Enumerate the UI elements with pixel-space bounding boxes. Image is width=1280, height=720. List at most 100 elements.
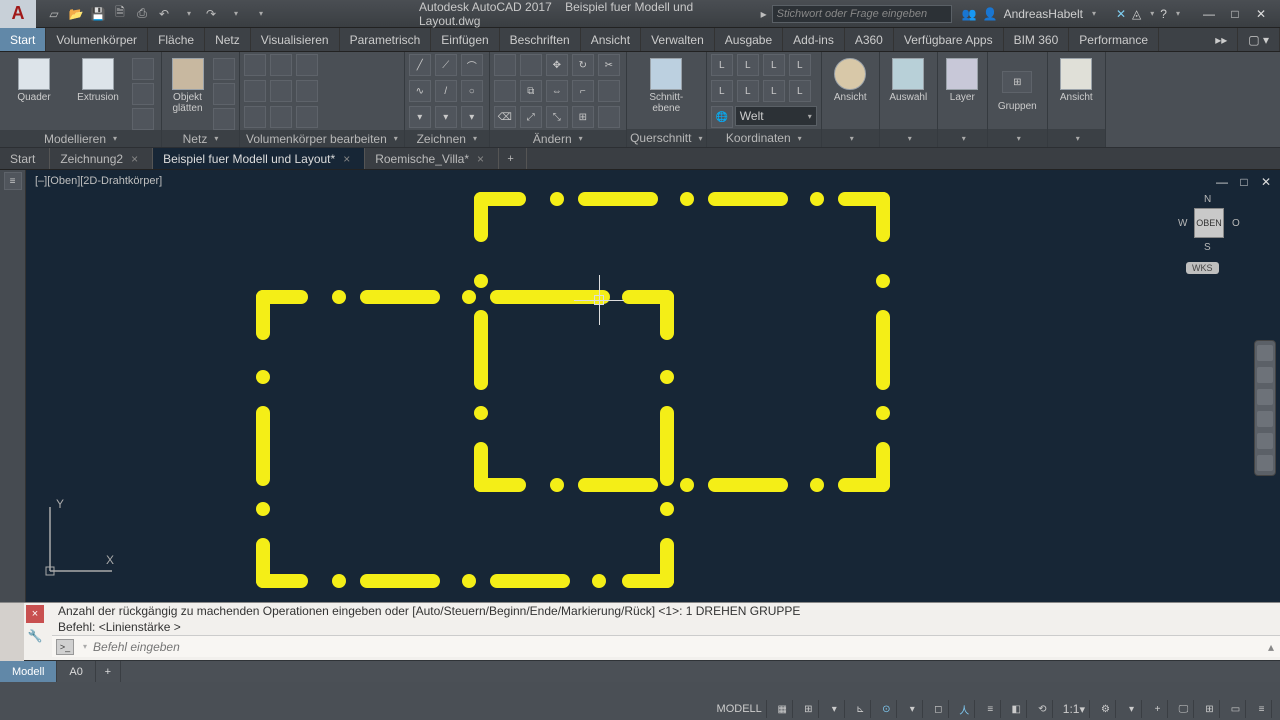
tab-volumenkoerper[interactable]: Volumenkörper xyxy=(46,28,148,51)
vk-tool-icon[interactable] xyxy=(244,106,266,128)
command-prompt-icon[interactable]: >_ xyxy=(56,639,74,655)
mirror-icon[interactable]: ⇔ xyxy=(546,80,568,102)
stretch-icon[interactable]: ⤢ xyxy=(520,106,542,128)
status-polar-icon[interactable]: ⊙ xyxy=(877,700,897,718)
model-tool-2-icon[interactable] xyxy=(132,83,154,105)
viewcube-o[interactable]: O xyxy=(1232,218,1240,229)
polyline-icon[interactable]: ⟋ xyxy=(435,54,457,76)
objekt-glaetten-button[interactable]: Objekt glätten xyxy=(166,54,209,130)
viewcube-w[interactable]: W xyxy=(1178,218,1187,229)
vp-close-icon[interactable]: ✕ xyxy=(1258,174,1274,190)
close-icon[interactable]: × xyxy=(477,152,484,166)
status-annoscale-icon[interactable]: 人 xyxy=(955,700,975,718)
drawing-tab-villa[interactable]: Roemische_Villa*× xyxy=(365,148,499,169)
close-button[interactable]: ✕ xyxy=(1252,5,1270,23)
ucs-combo[interactable]: Welt▾ xyxy=(735,106,817,126)
arc-icon[interactable]: ⌒ xyxy=(461,54,483,76)
new-layout-button[interactable]: + xyxy=(96,661,121,682)
rotate-icon[interactable]: ↻ xyxy=(572,54,594,76)
status-ws-icon[interactable]: ⊞ xyxy=(1200,700,1220,718)
nav-orbit-icon[interactable] xyxy=(1257,411,1273,427)
search-input[interactable]: Stichwort oder Frage eingeben xyxy=(772,5,952,23)
mod-tool-icon[interactable] xyxy=(494,54,516,76)
vk-tool-icon[interactable] xyxy=(270,54,292,76)
user-drop-icon[interactable]: ▾ xyxy=(1092,9,1096,18)
tab-ansicht[interactable]: Ansicht xyxy=(581,28,641,51)
trim-icon[interactable]: ✂ xyxy=(598,54,620,76)
nav-showmotion-icon[interactable] xyxy=(1257,433,1273,449)
vk-tool-icon[interactable] xyxy=(270,80,292,102)
share-icon[interactable]: 👥 xyxy=(962,7,977,21)
model-tool-1-icon[interactable] xyxy=(132,58,154,80)
print-icon[interactable]: ⎙ xyxy=(134,6,150,22)
ucs-world-icon[interactable]: 🌐 xyxy=(711,106,733,128)
tab-parametrisch[interactable]: Parametrisch xyxy=(340,28,432,51)
nav-zoom-icon[interactable] xyxy=(1257,389,1273,405)
extrusion-button[interactable]: Extrusion xyxy=(68,54,128,130)
gruppen-tool-icon[interactable]: ⊞ xyxy=(1002,71,1032,93)
fillet-icon[interactable]: ⌐ xyxy=(572,80,594,102)
command-input[interactable] xyxy=(93,640,1262,654)
schnittebene-button[interactable]: Schnitt- ebene xyxy=(636,54,696,129)
tab-performance[interactable]: Performance xyxy=(1069,28,1159,51)
status-iso-icon[interactable]: ▾ xyxy=(903,700,923,718)
status-lineweight-icon[interactable]: ≡ xyxy=(981,700,1001,718)
help-icon[interactable]: ? xyxy=(1160,7,1167,21)
ansicht-button[interactable]: Ansicht xyxy=(827,54,873,129)
tab-beschriften[interactable]: Beschriften xyxy=(500,28,581,51)
status-clean-icon[interactable]: ▭ xyxy=(1226,700,1246,718)
ucs-tool-icon[interactable]: L xyxy=(789,54,811,76)
qat-more-icon[interactable]: ▾ xyxy=(253,6,269,22)
a360-icon[interactable]: ◬ xyxy=(1132,7,1141,21)
netz-tool-3-icon[interactable] xyxy=(213,108,235,130)
tab-einfuegen[interactable]: Einfügen xyxy=(431,28,499,51)
status-scale-button[interactable]: 1:1 ▾ xyxy=(1059,700,1090,718)
ucs-tool-icon[interactable]: L xyxy=(763,80,785,102)
new-tab-button[interactable]: + xyxy=(499,148,527,169)
status-model-button[interactable]: MODELL xyxy=(713,700,767,718)
status-drop-icon[interactable]: ▾ xyxy=(825,700,845,718)
line2-icon[interactable]: / xyxy=(435,80,457,102)
saveas-icon[interactable]: 🗎 xyxy=(112,6,128,22)
model-tool-3-icon[interactable] xyxy=(132,108,154,130)
tab-flaeche[interactable]: Fläche xyxy=(148,28,205,51)
open-icon[interactable]: 📂 xyxy=(68,6,84,22)
status-transparency-icon[interactable]: ◧ xyxy=(1007,700,1027,718)
draw-tool-icon[interactable]: ▾ xyxy=(461,106,483,128)
nav-pan-icon[interactable] xyxy=(1257,367,1273,383)
tab-collapse-icon[interactable]: ▢ ▾ xyxy=(1238,28,1280,51)
auswahl-button[interactable]: Auswahl xyxy=(885,54,931,129)
vk-tool-icon[interactable] xyxy=(296,106,318,128)
viewport-label[interactable]: [–][Oben][2D-Drahtkörper] xyxy=(32,174,165,188)
array-icon[interactable]: ⊞ xyxy=(572,106,594,128)
copy-icon[interactable]: ⧉ xyxy=(520,80,542,102)
app-logo[interactable]: A xyxy=(0,0,36,28)
command-recent-icon[interactable]: ▾ xyxy=(83,642,87,651)
command-expand-icon[interactable]: ▴ xyxy=(1268,640,1274,654)
mod-tool-icon[interactable] xyxy=(598,80,620,102)
move-icon[interactable]: ✥ xyxy=(546,54,568,76)
tab-start[interactable]: Start xyxy=(0,28,46,51)
ucs-tool-icon[interactable]: L xyxy=(711,80,733,102)
status-menu-icon[interactable]: ≡ xyxy=(1252,700,1272,718)
tab-apps[interactable]: Verfügbare Apps xyxy=(894,28,1004,51)
ucs-tool-icon[interactable]: L xyxy=(789,80,811,102)
tab-addins[interactable]: Add-ins xyxy=(783,28,845,51)
viewcube[interactable]: N S W O OBEN WKS xyxy=(1172,184,1246,274)
quader-button[interactable]: Quader xyxy=(4,54,64,130)
tab-ausgabe[interactable]: Ausgabe xyxy=(715,28,783,51)
drawing-tab-start[interactable]: Start xyxy=(0,148,50,169)
search-go-icon[interactable]: ▸ xyxy=(756,6,772,22)
draw-tool-icon[interactable]: ▾ xyxy=(435,106,457,128)
tab-verwalten[interactable]: Verwalten xyxy=(641,28,715,51)
viewport-canvas[interactable]: [–][Oben][2D-Drahtkörper] — □ ✕ xyxy=(26,170,1280,602)
vk-tool-icon[interactable] xyxy=(244,80,266,102)
ucs-tool-icon[interactable]: L xyxy=(763,54,785,76)
save-icon[interactable]: 💾 xyxy=(90,6,106,22)
spline-icon[interactable]: ∿ xyxy=(409,80,431,102)
layout-tab-a0[interactable]: A0 xyxy=(57,661,95,682)
tab-a360[interactable]: A360 xyxy=(845,28,894,51)
user-area[interactable]: 👥 👤 AndreasHabelt ▾ xyxy=(952,7,1106,21)
status-monitor-icon[interactable]: 🖵 xyxy=(1174,700,1194,718)
layout-tab-modell[interactable]: Modell xyxy=(0,661,57,682)
